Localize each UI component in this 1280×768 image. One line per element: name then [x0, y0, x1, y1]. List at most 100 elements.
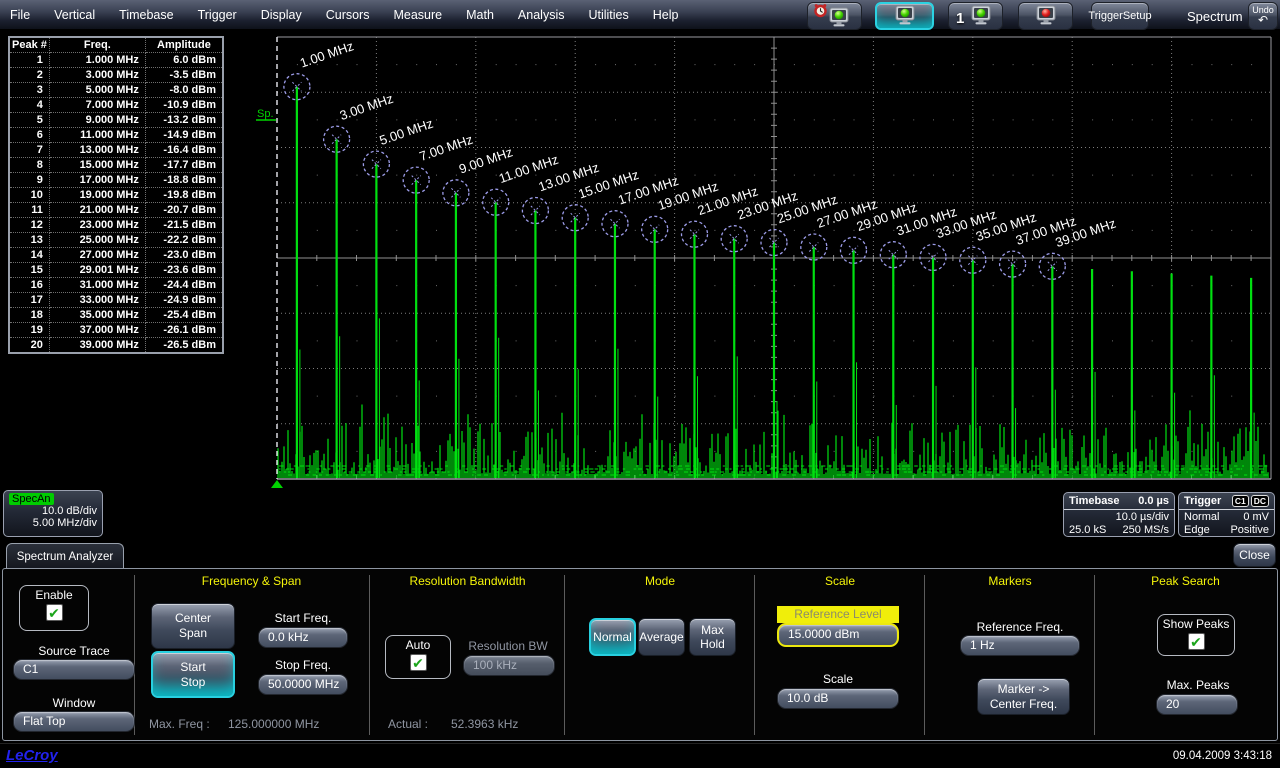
- table-cell: 35.000 MHz: [49, 308, 145, 323]
- table-cell: 7.000 MHz: [49, 98, 145, 113]
- resolution-bw-label: Resolution BW: [458, 639, 558, 653]
- table-row: 1937.000 MHz-26.1 dBm: [9, 323, 223, 338]
- stop-trigger-button[interactable]: [1018, 2, 1073, 30]
- peak-table-body: 11.000 MHz6.0 dBm23.000 MHz-3.5 dBm35.00…: [9, 53, 223, 354]
- stop-freq-field[interactable]: 50.0000 MHz: [258, 674, 348, 695]
- trigger-type: Edge: [1184, 524, 1210, 537]
- section-title-markers: Markers: [924, 574, 1096, 588]
- source-trace-field[interactable]: C1: [13, 659, 135, 680]
- trace-name-badge: SpecAn: [9, 493, 54, 505]
- table-row: 917.000 MHz-18.8 dBm: [9, 173, 223, 188]
- table-cell: 3: [9, 83, 49, 98]
- timebase-descriptor[interactable]: Timebase 0.0 µs 10.0 µs/div 25.0 kS 250 …: [1063, 492, 1175, 537]
- table-cell: 13: [9, 233, 49, 248]
- table-cell: 10: [9, 188, 49, 203]
- scope-screen-red-icon: [1034, 5, 1058, 27]
- table-row: 1427.000 MHz-23.0 dBm: [9, 248, 223, 263]
- menu-item-cursors[interactable]: Cursors: [326, 8, 370, 22]
- window-field[interactable]: Flat Top: [13, 711, 135, 732]
- checkmark-icon: ✔: [1190, 634, 1202, 650]
- marker-to-center-button[interactable]: Marker -> Center Freq.: [977, 678, 1070, 715]
- start-freq-field[interactable]: 0.0 kHz: [258, 627, 348, 648]
- table-row: 1223.000 MHz-21.5 dBm: [9, 218, 223, 233]
- menu-item-measure[interactable]: Measure: [393, 8, 442, 22]
- menu-item-vertical[interactable]: Vertical: [54, 8, 95, 22]
- menu-item-file[interactable]: File: [10, 8, 30, 22]
- table-cell: 14: [9, 248, 49, 263]
- enable-checkbox[interactable]: ✔: [46, 604, 63, 621]
- trigger-descriptor[interactable]: Trigger C1DC Normal 0 mV Edge Positive: [1178, 492, 1275, 537]
- table-cell: -22.2 dBm: [145, 233, 223, 248]
- tab-spectrum-analyzer[interactable]: Spectrum Analyzer: [6, 543, 124, 569]
- reference-level-field[interactable]: 15.0000 dBm: [777, 623, 899, 647]
- table-cell: 11: [9, 203, 49, 218]
- scope-screen-icon: [827, 7, 851, 29]
- center-span-line1: Center: [175, 611, 211, 626]
- table-cell: 39.000 MHz: [49, 338, 145, 354]
- reference-freq-field[interactable]: 1 Hz: [960, 635, 1080, 656]
- table-cell: 6.0 dBm: [145, 53, 223, 68]
- menu-item-display[interactable]: Display: [261, 8, 302, 22]
- peak-table: Peak #Freq.Amplitude 11.000 MHz6.0 dBm23…: [8, 36, 224, 354]
- table-cell: -17.7 dBm: [145, 158, 223, 173]
- table-header-cell: Freq.: [49, 37, 145, 53]
- menu-item-trigger[interactable]: Trigger: [198, 8, 237, 22]
- table-cell: -26.5 dBm: [145, 338, 223, 354]
- sample-count: 25.0 kS: [1069, 524, 1106, 537]
- table-cell: 25.000 MHz: [49, 233, 145, 248]
- menu-item-utilities[interactable]: Utilities: [588, 8, 628, 22]
- mode-button-average[interactable]: Average: [638, 618, 685, 656]
- section-divider: [754, 575, 755, 735]
- peak-frequency-label: 5.00 MHz: [377, 116, 434, 148]
- table-cell: -23.0 dBm: [145, 248, 223, 263]
- table-cell: 17: [9, 293, 49, 308]
- source-trace-label: Source Trace: [13, 644, 135, 658]
- section-title-peak-search: Peak Search: [1094, 574, 1277, 588]
- table-row: 815.000 MHz-17.7 dBm: [9, 158, 223, 173]
- mode-button-normal[interactable]: Normal: [589, 618, 636, 656]
- table-cell: 6: [9, 128, 49, 143]
- table-row: 23.000 MHz-3.5 dBm: [9, 68, 223, 83]
- trigger-level: 0 mV: [1243, 511, 1269, 524]
- table-cell: 17.000 MHz: [49, 173, 145, 188]
- menu-item-analysis[interactable]: Analysis: [518, 8, 565, 22]
- close-button[interactable]: Close: [1233, 543, 1276, 567]
- specan-descriptor[interactable]: SpecAn 10.0 dB/div 5.00 MHz/div: [3, 490, 103, 537]
- ground-marker-icon: [271, 480, 283, 488]
- center-span-button[interactable]: Center Span: [151, 603, 235, 649]
- auto-checkbox[interactable]: ✔: [410, 654, 427, 671]
- single-trigger-button[interactable]: 1: [948, 2, 1003, 30]
- menu-item-timebase[interactable]: Timebase: [119, 8, 173, 22]
- scope-screen-icon: [969, 5, 993, 27]
- table-cell: 31.000 MHz: [49, 278, 145, 293]
- table-cell: 9: [9, 173, 49, 188]
- menu-item-math[interactable]: Math: [466, 8, 494, 22]
- table-cell: 19.000 MHz: [49, 188, 145, 203]
- menu-bar: File Vertical Timebase Trigger Display Cursor…: [0, 0, 1280, 30]
- table-cell: 7: [9, 143, 49, 158]
- table-cell: -18.8 dBm: [145, 173, 223, 188]
- trigger-slope: Positive: [1230, 524, 1269, 537]
- start-stop-button[interactable]: Start Stop: [151, 651, 235, 698]
- dialog-panel: Enable ✔ Source Trace C1 Window Flat Top…: [2, 568, 1278, 741]
- scale-field[interactable]: 10.0 dB: [777, 688, 899, 709]
- table-cell: -20.7 dBm: [145, 203, 223, 218]
- table-row: 11.000 MHz6.0 dBm: [9, 53, 223, 68]
- start-stop-line2: Stop: [181, 675, 206, 690]
- undo-button[interactable]: Undo ↶: [1248, 2, 1278, 30]
- table-cell: 21.000 MHz: [49, 203, 145, 218]
- mode-button-max-hold[interactable]: Max Hold: [689, 618, 736, 656]
- menu-item-help[interactable]: Help: [653, 8, 679, 22]
- normal-trigger-button[interactable]: [875, 2, 934, 30]
- table-cell: 37.000 MHz: [49, 323, 145, 338]
- timebase-scale: 10.0 µs/div: [1116, 511, 1169, 524]
- show-peaks-checkbox[interactable]: ✔: [1188, 633, 1205, 650]
- auto-trigger-button[interactable]: [807, 2, 862, 30]
- table-cell: 2: [9, 68, 49, 83]
- table-cell: 11.000 MHz: [49, 128, 145, 143]
- table-cell: 19: [9, 323, 49, 338]
- max-freq-value: 125.000000 MHz: [228, 717, 319, 731]
- trace-label: Sp.: [257, 108, 274, 120]
- trigger-setup-button[interactable]: Trigger Setup: [1091, 2, 1149, 30]
- max-peaks-field[interactable]: 20: [1156, 694, 1238, 715]
